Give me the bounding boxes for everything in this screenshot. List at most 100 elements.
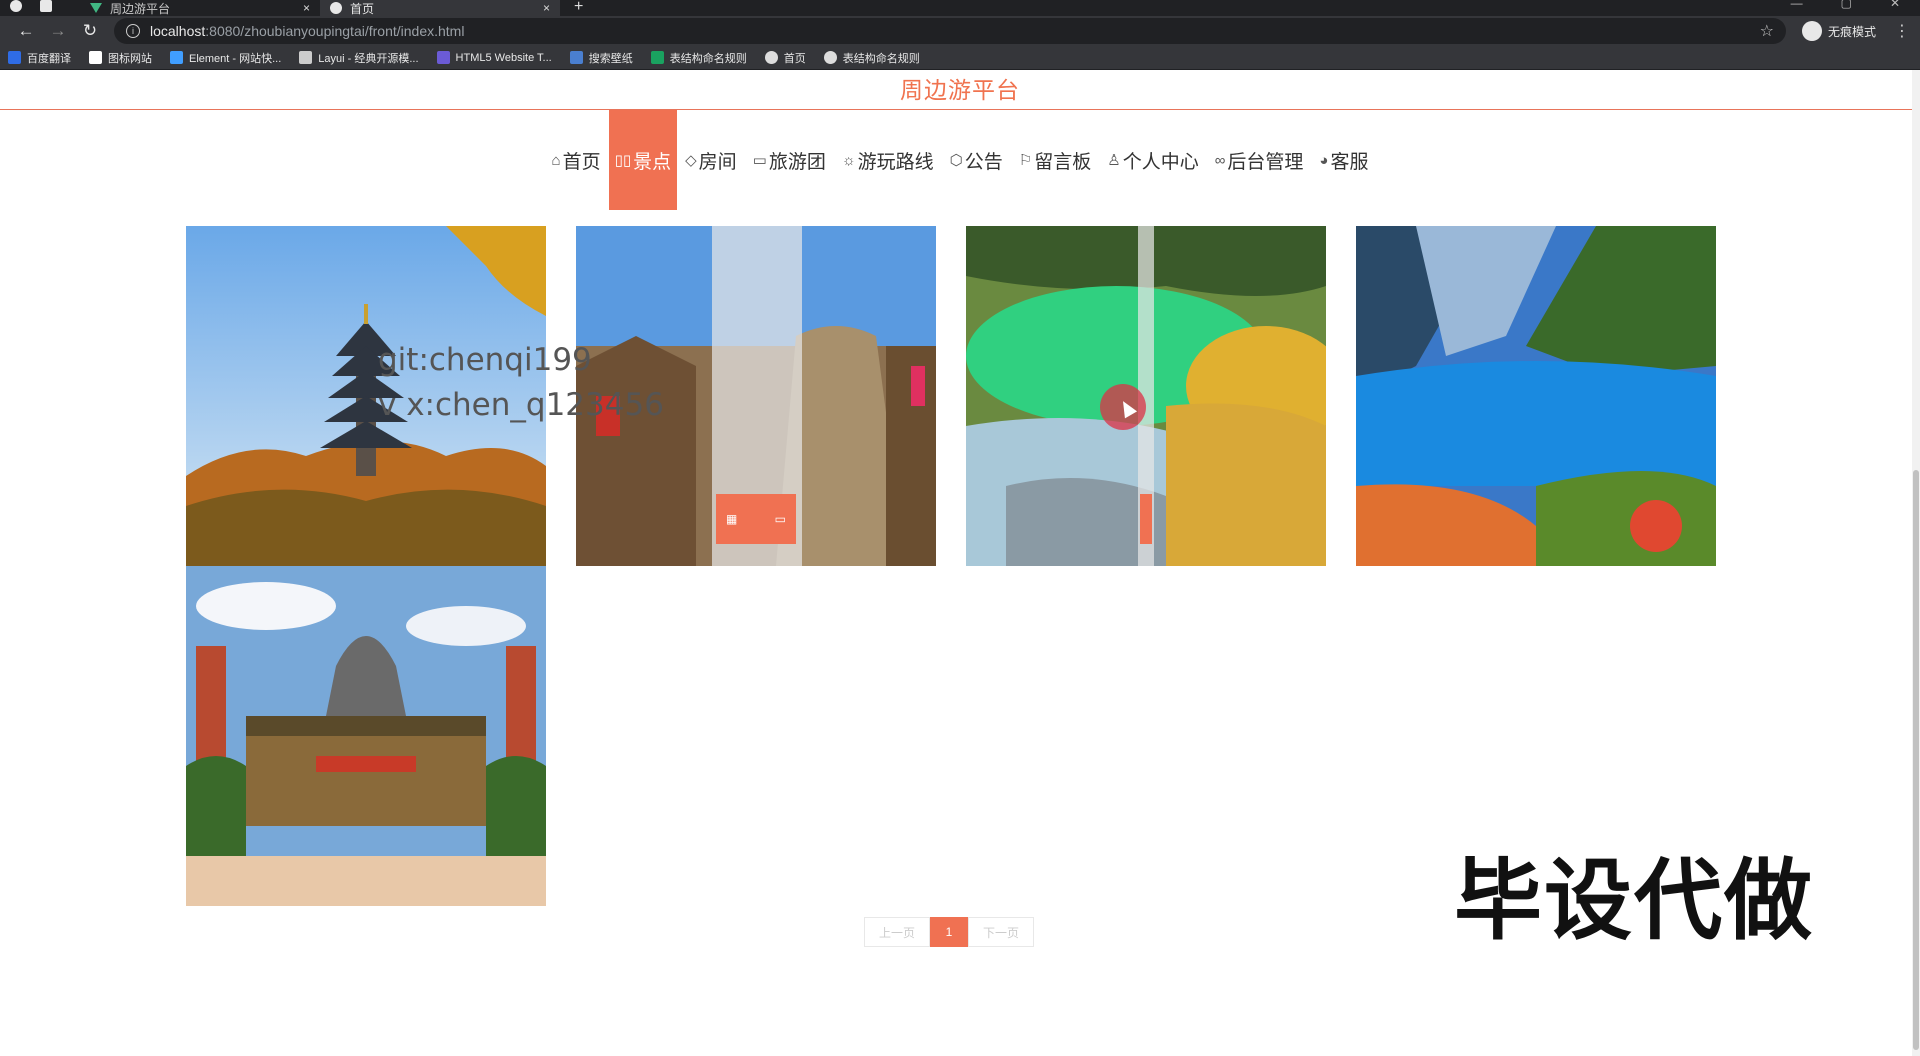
bookmark-item[interactable]: 百度翻译 xyxy=(8,50,71,66)
incognito-label: 无痕模式 xyxy=(1827,24,1876,39)
bookmark-item[interactable]: 表结构命名规则 xyxy=(650,50,747,66)
nav-item-2[interactable]: ◇ 房间 xyxy=(677,110,745,210)
bookmark-item[interactable]: 图标网站 xyxy=(89,50,152,66)
nav-item-6[interactable]: ⚐ 留言板 xyxy=(1011,110,1099,210)
tab-home[interactable]: 首页 × xyxy=(320,0,560,16)
bookmark-label: 表结构命名规则 xyxy=(842,52,920,65)
pagoda-image xyxy=(186,226,546,566)
cube-icon: ⬡ xyxy=(949,152,963,169)
forward-button[interactable]: → xyxy=(42,21,74,41)
bookmark-item[interactable]: 首页 xyxy=(764,50,806,66)
nav-item-4[interactable]: ☼ 游玩路线 xyxy=(834,110,942,210)
sheet-icon xyxy=(650,51,664,64)
globe-icon xyxy=(823,51,837,64)
window-controls: — ▢ ✕ xyxy=(1791,0,1900,10)
tab-close-icon[interactable]: × xyxy=(543,1,550,15)
nav-label: 留言板 xyxy=(1034,151,1092,173)
scenic-card-lake[interactable] xyxy=(1356,226,1716,566)
tab-title: 首页 xyxy=(350,1,375,16)
nav-item-3[interactable]: ▭ 旅游团 xyxy=(745,110,834,210)
scenic-card-pagoda[interactable] xyxy=(186,226,546,566)
bookmark-label: HTML5 Website T... xyxy=(455,51,552,64)
close-window-icon[interactable]: ✕ xyxy=(1890,0,1900,10)
bookmark-label: Element - 网站快... xyxy=(189,52,282,65)
detail-icon: ▭ xyxy=(774,512,786,526)
bookmark-item[interactable]: HTML5 Website T... xyxy=(436,51,552,64)
more-menu-icon[interactable]: ⋮ xyxy=(1894,21,1910,41)
globe-icon xyxy=(764,51,778,64)
bookmark-item[interactable]: 搜索壁纸 xyxy=(569,50,633,66)
scenic-card-pools[interactable] xyxy=(966,226,1326,566)
reload-button[interactable]: ↻ xyxy=(74,21,106,41)
site-title: 周边游平台 xyxy=(0,70,1920,110)
prev-page-button[interactable]: 上一页 xyxy=(864,917,930,947)
nav-item-1[interactable]: ▯▯ 景点 xyxy=(608,110,678,210)
incognito-badge[interactable]: 无痕模式 xyxy=(1801,21,1876,41)
new-tab-button[interactable]: + xyxy=(574,0,583,16)
minimize-icon[interactable]: — xyxy=(1791,0,1803,10)
nav-label: 旅游团 xyxy=(768,151,826,173)
scrollbar-thumb[interactable] xyxy=(1913,470,1919,1050)
bookmark-label: 图标网站 xyxy=(108,52,152,65)
view-icon: ▦ xyxy=(726,512,738,526)
nav-label: 房间 xyxy=(698,151,737,173)
restore-icon[interactable]: ▢ xyxy=(1841,0,1852,10)
bookmark-star-icon[interactable]: ☆ xyxy=(1760,21,1774,41)
page-body: 周边游平台 ⌂ 首页 ▯▯ 景点 ◇ 房间 ▭ 旅游团 ☼ 游玩路线 ⬡ 公告 ⚐ 留言板 ♙ 个人中心 ∞ 后台… xyxy=(0,70,1920,1056)
next-page-button[interactable]: 下一页 xyxy=(968,917,1034,947)
scenic-icon: ▯▯ xyxy=(614,152,632,169)
hover-action-badge[interactable]: ▦ ▭ xyxy=(716,494,796,544)
overlay-stamp-text: 毕设代做 xyxy=(1454,849,1815,952)
bookmark-item[interactable]: Layui - 经典开源模... xyxy=(299,50,419,66)
element-icon xyxy=(170,51,183,64)
nav-label: 公告 xyxy=(964,151,1003,173)
nav-label: 游玩路线 xyxy=(857,151,934,173)
bookmark-item[interactable]: Element - 网站快... xyxy=(170,50,281,66)
bookmark-label: Layui - 经典开源模... xyxy=(318,52,419,65)
nav-item-5[interactable]: ⬡ 公告 xyxy=(942,110,1011,210)
bookmark-label: 搜索壁纸 xyxy=(588,52,633,65)
bookmarks-bar: 百度翻译 图标网站 Element - 网站快... Layui - 经典开源模...… xyxy=(0,46,1920,70)
nav-label: 首页 xyxy=(562,151,601,173)
url-field[interactable]: i localhost:8080/zhoubianyoupingtai/fron… xyxy=(114,18,1786,44)
tab-search-icon[interactable] xyxy=(40,0,52,12)
browser-logo-icon xyxy=(10,0,22,12)
nav-item-9[interactable]: ◕ 客服 xyxy=(1311,110,1376,210)
tab-title: 周边游平台 xyxy=(110,1,171,16)
pagination: 上一页 1 下一页 xyxy=(864,917,1034,947)
flag-icon xyxy=(89,51,102,64)
wallpaper-icon xyxy=(569,51,583,64)
flag-icon: ⚐ xyxy=(1018,152,1033,169)
html5-icon xyxy=(436,51,450,64)
user-icon: ♙ xyxy=(1107,152,1121,169)
nav-item-0[interactable]: ⌂ 首页 xyxy=(544,110,609,210)
url-host: localhost xyxy=(150,23,206,39)
nav-label: 个人中心 xyxy=(1122,151,1199,173)
route-icon: ☼ xyxy=(841,151,856,169)
address-bar-row: ← → ↻ i localhost:8080/zhoubianyoupingta… xyxy=(0,16,1920,46)
calendar-icon: ▭ xyxy=(752,152,767,169)
service-icon: ◕ xyxy=(1319,151,1329,169)
url-path: :8080/zhoubianyoupingtai/front/index.htm… xyxy=(205,23,465,39)
back-button[interactable]: ← xyxy=(10,21,42,41)
tab-zhoubian[interactable]: 周边游平台 × xyxy=(80,0,320,16)
nav-label: 景点 xyxy=(633,151,672,173)
nav-item-7[interactable]: ♙ 个人中心 xyxy=(1099,110,1206,210)
site-info-icon[interactable]: i xyxy=(126,24,140,38)
window-menu-icons xyxy=(10,0,52,12)
nav-item-8[interactable]: ∞ 后台管理 xyxy=(1207,110,1312,210)
vue-logo-icon xyxy=(90,3,102,13)
layui-icon xyxy=(299,51,313,64)
romance-park-image xyxy=(186,566,546,906)
tag-icon: ◇ xyxy=(685,152,697,169)
globe-icon xyxy=(330,2,342,14)
tab-close-icon[interactable]: × xyxy=(303,1,310,15)
home-icon: ⌂ xyxy=(551,151,561,169)
scenic-card-romance-park[interactable] xyxy=(186,566,546,906)
page-1-button[interactable]: 1 xyxy=(930,917,968,947)
scenic-card-ancient-town[interactable]: ▦ ▭ xyxy=(576,226,936,566)
bookmark-item[interactable]: 表结构命名规则 xyxy=(823,50,920,66)
main-nav: ⌂ 首页 ▯▯ 景点 ◇ 房间 ▭ 旅游团 ☼ 游玩路线 ⬡ 公告 ⚐ 留言板 ♙ 个人中心 ∞ 后台管理 ◕ 客服 xyxy=(0,110,1920,210)
hover-action-badge[interactable] xyxy=(1140,494,1152,544)
nav-label: 后台管理 xyxy=(1227,151,1304,173)
